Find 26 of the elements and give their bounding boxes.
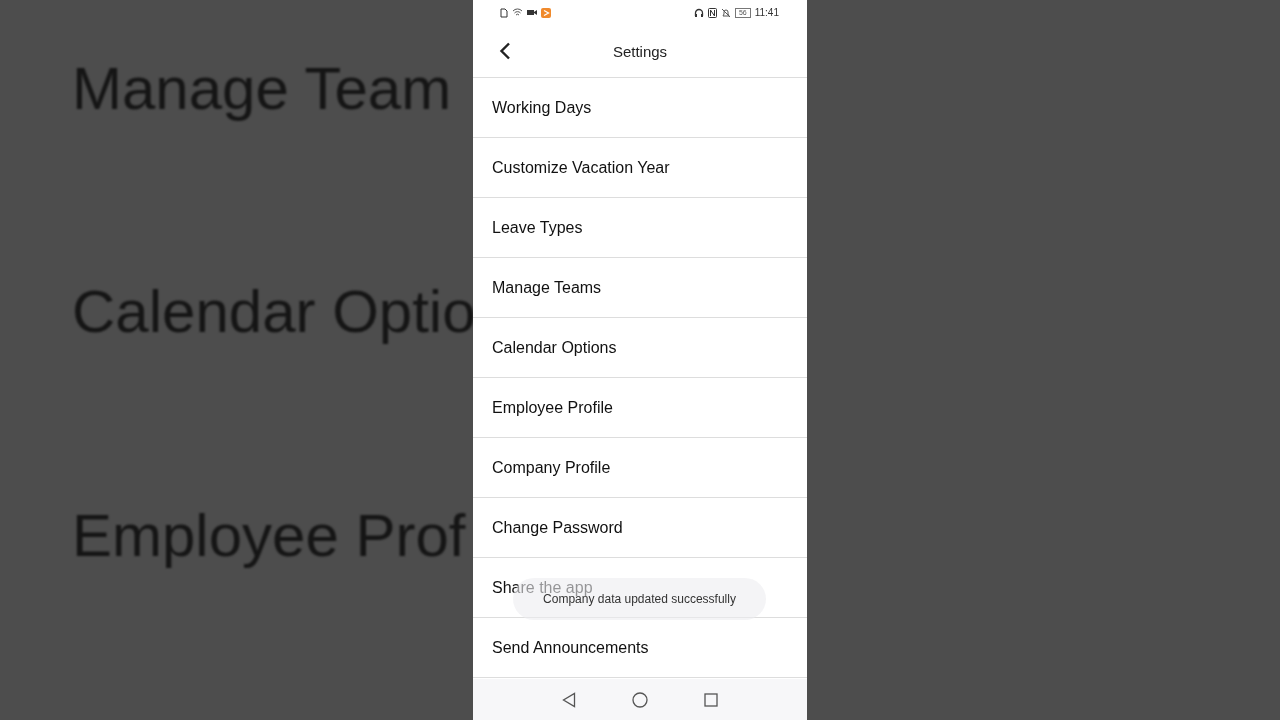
blurred-backdrop-text: Employee Prof <box>72 500 466 571</box>
home-circle-icon[interactable] <box>632 691 648 708</box>
settings-item[interactable]: Customize Vacation Year <box>473 138 807 198</box>
back-button[interactable] <box>497 40 513 62</box>
chevron-left-icon <box>499 42 511 60</box>
video-camera-icon <box>527 9 537 16</box>
settings-item[interactable]: Company Profile <box>473 438 807 498</box>
screen-title: Settings <box>612 42 668 60</box>
settings-item[interactable]: Change Password <box>473 498 807 558</box>
settings-item[interactable]: Send Announcements <box>473 618 807 678</box>
sim-icon <box>500 7 508 18</box>
settings-item[interactable]: Leave Types <box>473 198 807 258</box>
back-triangle-icon[interactable] <box>562 691 576 708</box>
settings-item[interactable]: Employee Profile <box>473 378 807 438</box>
headphones-icon <box>693 7 704 18</box>
settings-item[interactable]: Working Days <box>473 78 807 138</box>
blurred-backdrop-text: Manage Team <box>72 54 452 124</box>
recent-apps-square-icon[interactable] <box>704 692 718 707</box>
nfc-icon <box>707 7 717 18</box>
wifi-icon <box>512 8 523 17</box>
blurred-backdrop-text: Calendar Optio <box>72 277 473 348</box>
bell-muted-icon <box>720 7 731 18</box>
play-app-icon <box>541 7 551 18</box>
settings-item[interactable]: Calendar Options <box>473 318 807 378</box>
settings-item[interactable]: Manage Teams <box>473 258 807 318</box>
clock-time: 11:41 <box>754 7 779 18</box>
